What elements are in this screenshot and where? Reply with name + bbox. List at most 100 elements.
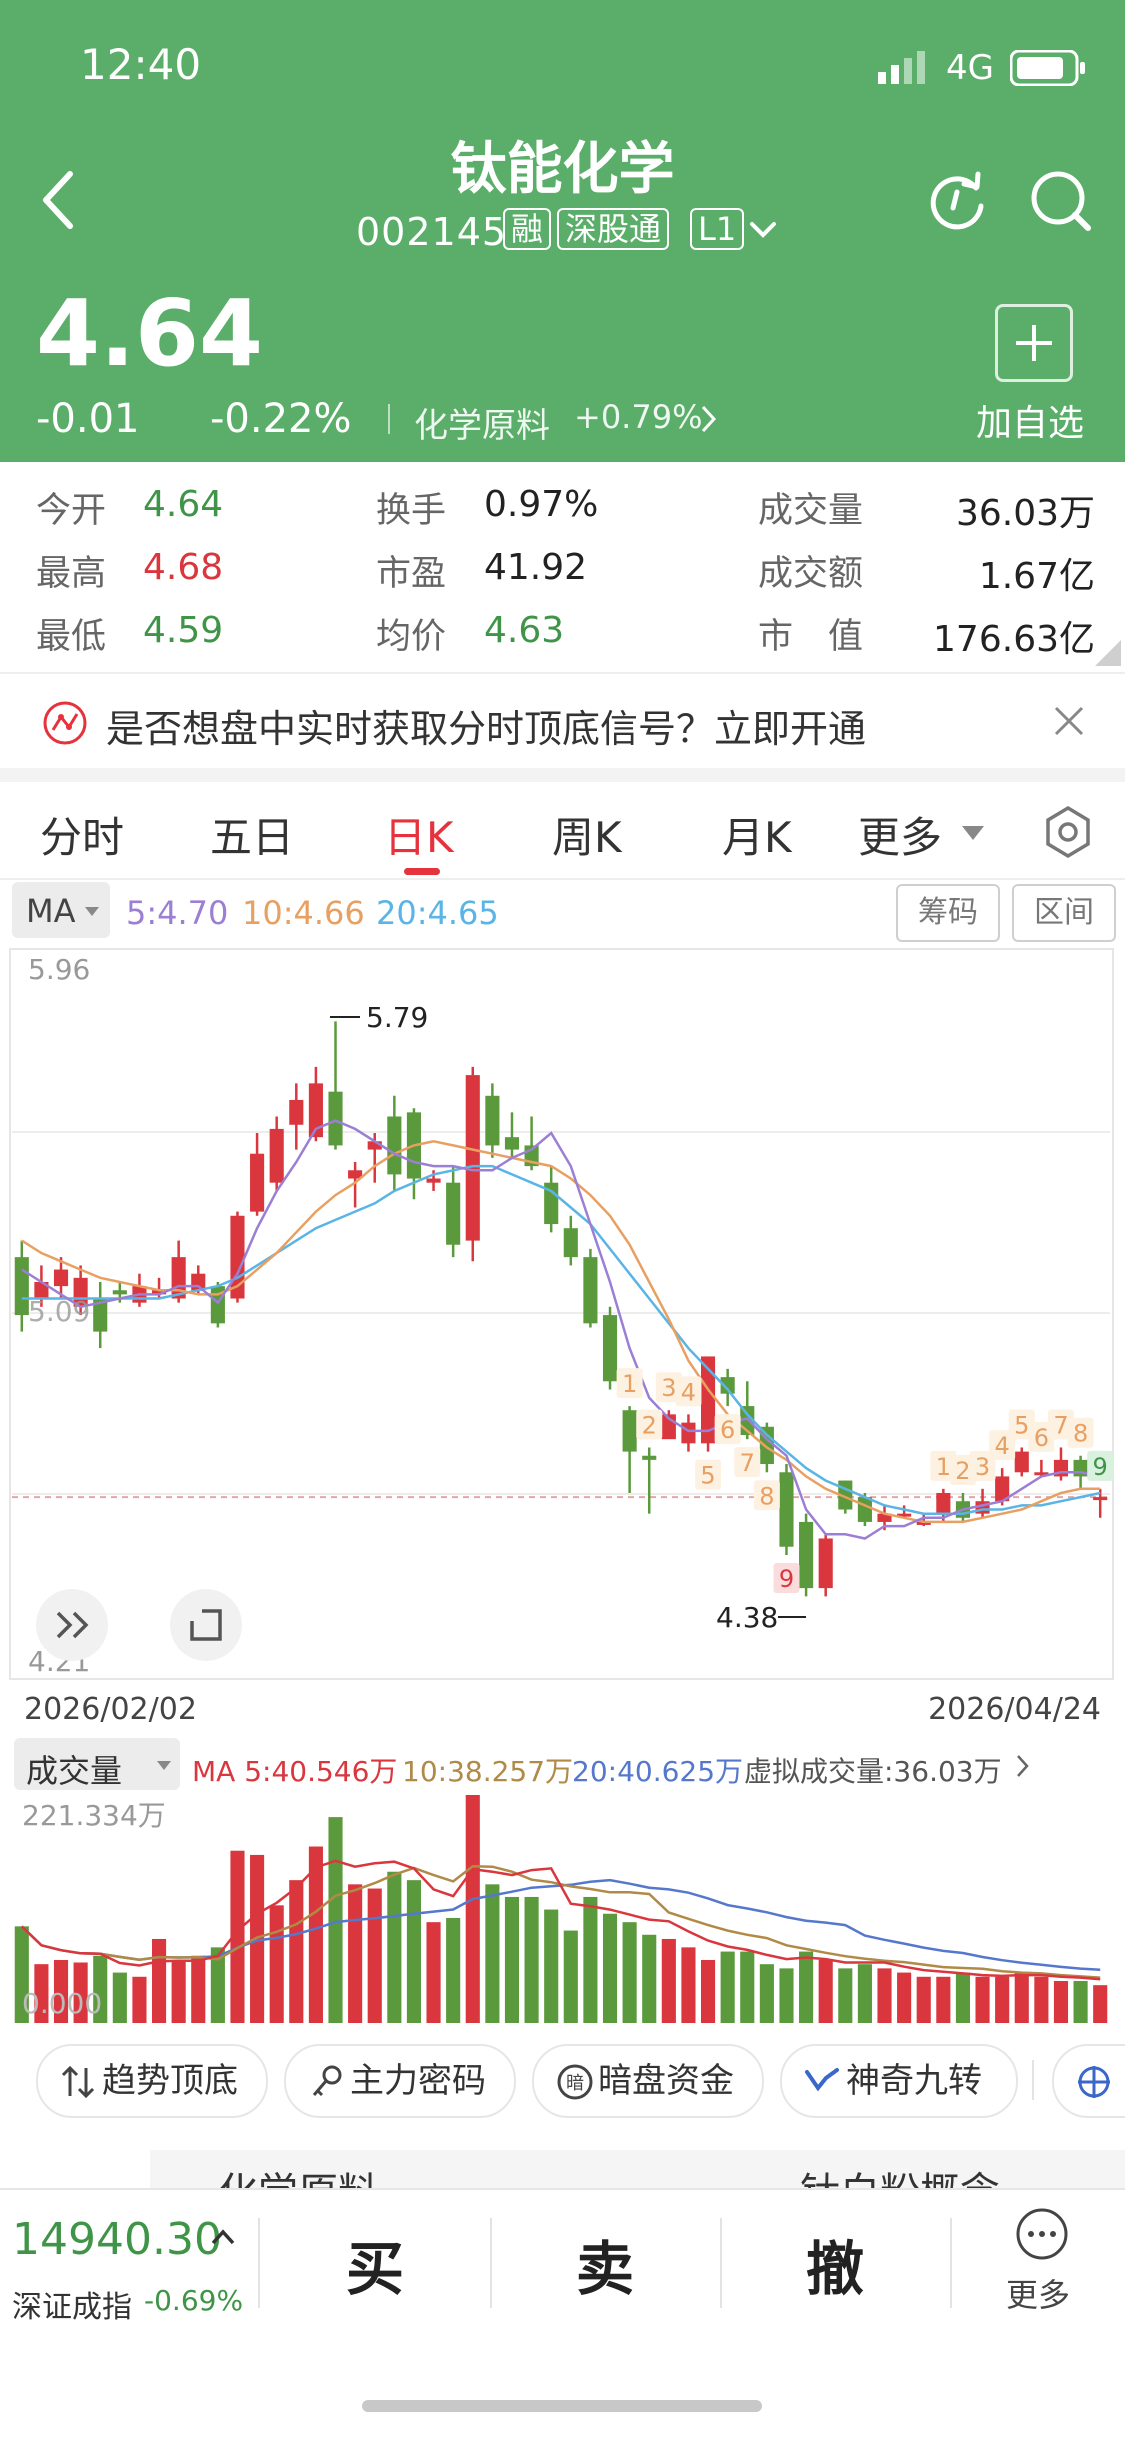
index-value[interactable]: 14940.30: [12, 2214, 222, 2265]
chart-grid: [12, 1131, 1110, 1499]
refresh-icon[interactable]: [926, 170, 988, 232]
volume-bar: [406, 1880, 422, 2023]
chip-more[interactable]: [1052, 2044, 1125, 2118]
chevron-down-icon[interactable]: [748, 220, 778, 240]
buy-button[interactable]: 买: [275, 2222, 475, 2306]
volume-bar: [446, 1917, 461, 2023]
volume-bar: [818, 1959, 833, 2023]
volume-bars: [14, 1795, 1108, 2023]
volume-bar: [367, 1888, 382, 2023]
low-label: 4.38: [716, 1601, 778, 1634]
volume-bar: [779, 1968, 794, 2023]
chip-distribution-button[interactable]: 筹码: [896, 884, 1000, 942]
volume-bar: [1073, 1980, 1088, 2023]
chip-trend[interactable]: 趋势顶底: [36, 2044, 268, 2118]
more-button[interactable]: 更多: [990, 2206, 1100, 2326]
tag-margin: 融: [503, 208, 552, 250]
sell-button[interactable]: 卖: [505, 2222, 705, 2306]
fullscreen-button[interactable]: [170, 1589, 242, 1661]
expand-corner-icon[interactable]: [1095, 640, 1121, 666]
volume-bar: [112, 1972, 127, 2023]
chip-main-force[interactable]: 主力密码: [284, 2044, 516, 2118]
volume-bar: [720, 1951, 735, 2023]
related-concept[interactable]: 钛白粉概念: [800, 2160, 1000, 2190]
banner-text[interactable]: 是否想盘中实时获取分时顶底信号？立即开通: [106, 698, 866, 753]
dark-pool-icon: 暗: [557, 2064, 593, 2100]
stat-low-value: 4.59: [143, 610, 224, 651]
tab-monthly-k[interactable]: 月K: [722, 804, 792, 865]
nine-turn-icon: [805, 2068, 839, 2092]
add-watch-button[interactable]: [995, 304, 1073, 382]
tab-indicator: [404, 868, 440, 875]
volume-bar: [916, 1976, 931, 2023]
sector-name[interactable]: 化学原料: [414, 398, 550, 447]
signal-banner[interactable]: 是否想盘中实时获取分时顶底信号？立即开通: [0, 672, 1125, 770]
plus-icon: [1016, 325, 1052, 361]
volume-selector[interactable]: 成交量: [14, 1738, 180, 1790]
candle: [269, 1128, 284, 1183]
range-button[interactable]: 区间: [1012, 884, 1116, 942]
volume-bar: [642, 1934, 657, 2023]
index-change: -0.69%: [144, 2284, 244, 2317]
candles: [14, 1021, 1108, 1597]
tab-more[interactable]: 更多: [858, 804, 942, 865]
chevron-right-icon[interactable]: [700, 404, 718, 434]
tab-daily-k[interactable]: 日K: [384, 804, 454, 865]
stat-avg-label: 均价: [376, 617, 447, 657]
ma20-legend: 20:4.65: [376, 894, 499, 932]
add-watch-label[interactable]: 加自选: [976, 394, 1084, 446]
nine-turn-label: 8: [759, 1482, 774, 1510]
candle: [642, 1455, 657, 1460]
stat-volume-value: 36.03万: [955, 493, 1095, 534]
crosshair-icon: [1078, 2066, 1110, 2098]
index-name: 深证成指: [12, 2290, 132, 2325]
stat-amount-label: 成交额: [758, 554, 864, 594]
expand-left-button[interactable]: [36, 1589, 108, 1661]
candle: [1093, 1497, 1108, 1501]
key-icon: [312, 2065, 342, 2097]
volume-bar: [661, 1938, 676, 2023]
high-label: 5.79: [366, 1001, 428, 1034]
volume-chart[interactable]: 221.334万 0.000: [0, 1795, 1125, 2025]
close-icon[interactable]: [1052, 704, 1086, 738]
candle: [779, 1472, 794, 1547]
chip-main-force-label: 主力密码: [350, 2061, 486, 2101]
divider: [388, 404, 390, 434]
volume-bar: [465, 1795, 480, 2023]
nine-turn-label: 1: [936, 1453, 951, 1481]
stat-pe-label: 市盈: [376, 554, 447, 594]
caret-down-icon[interactable]: [960, 824, 986, 842]
cancel-order-button[interactable]: 撤: [735, 2222, 935, 2306]
search-icon[interactable]: [1028, 168, 1094, 234]
nine-turn-label: 4: [995, 1432, 1010, 1460]
chip-nine-turn[interactable]: 神奇九转: [780, 2044, 1018, 2118]
svg-text:暗: 暗: [566, 2073, 584, 2094]
volume-bar: [191, 1955, 206, 2023]
candle: [289, 1099, 304, 1125]
candle: [583, 1257, 598, 1324]
volume-ma-lines: [20, 1859, 1101, 1981]
candle: [1014, 1451, 1029, 1473]
chevron-up-icon[interactable]: [210, 2228, 236, 2246]
virtual-volume[interactable]: 虚拟成交量:36.03万: [744, 1750, 1002, 1790]
chevron-right-icon[interactable]: [1016, 1754, 1030, 1778]
chip-trend-label: 趋势顶底: [102, 2061, 238, 2101]
vol-ma5-legend: MA 5:40.546万: [192, 1755, 398, 1788]
sector-change[interactable]: +0.79%: [574, 398, 702, 436]
settings-icon[interactable]: [1040, 804, 1096, 860]
related-sector[interactable]: 化学原料: [218, 2160, 378, 2190]
kline-chart[interactable]: 123 4567891 2 345 6 7 89 5.96 4.21 5.09 5.79 4…: [0, 945, 1125, 1735]
ma-selector[interactable]: MA: [12, 882, 110, 938]
nine-turn-marks: 123 4567891 2 345 6 7 89: [616, 1368, 1114, 1594]
volume-bar: [171, 1959, 186, 2023]
ma10-legend: 10:4.66: [242, 894, 365, 932]
tab-weekly-k[interactable]: 周K: [552, 804, 622, 865]
volume-bar: [995, 1976, 1010, 2023]
volume-bar: [622, 1922, 637, 2023]
candle: [622, 1410, 637, 1452]
tab-intraday[interactable]: 分时: [40, 804, 124, 865]
tab-five-day[interactable]: 五日: [210, 804, 294, 865]
ma5-legend: 5:4.70: [126, 894, 229, 932]
chip-dark-pool[interactable]: 暗 暗盘资金: [532, 2044, 764, 2118]
nine-turn-label: 9: [779, 1565, 794, 1593]
